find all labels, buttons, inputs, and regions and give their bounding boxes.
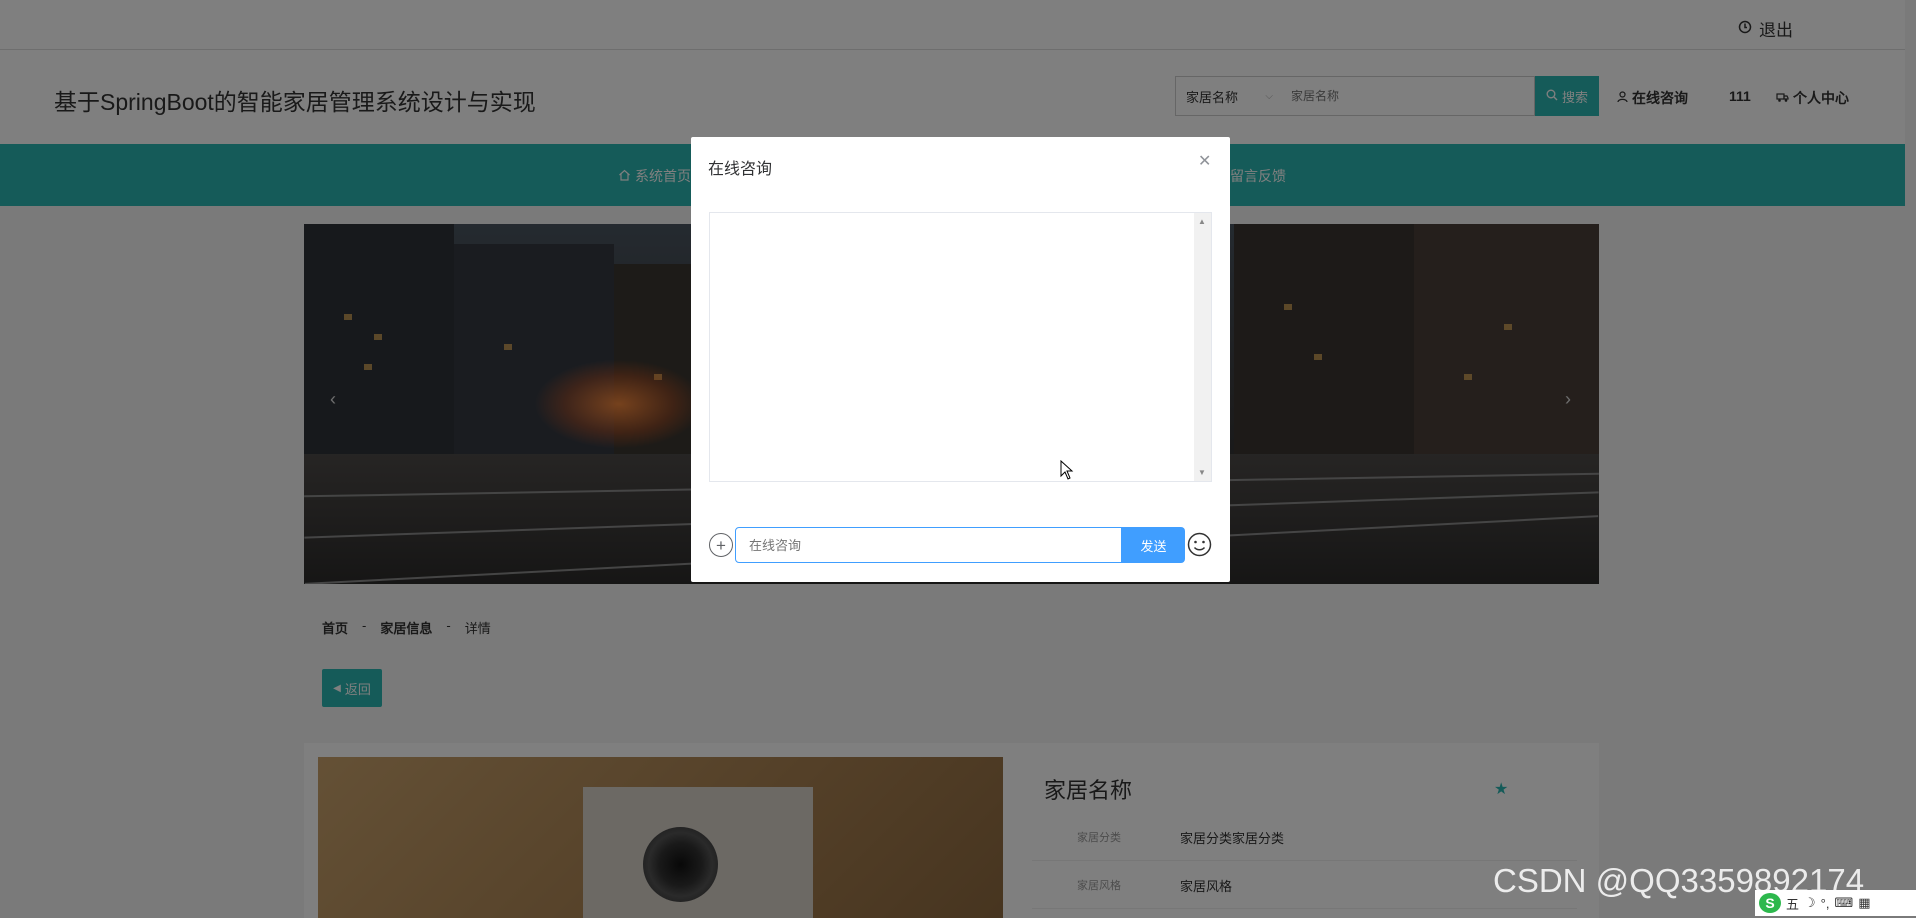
close-icon[interactable]: ✕ <box>1198 151 1211 171</box>
add-attachment-plus-icon[interactable]: + <box>709 533 733 557</box>
emoji-icon[interactable] <box>1187 532 1212 557</box>
chat-message-area[interactable]: ▲ ▼ <box>709 212 1212 482</box>
moon-icon[interactable]: ☽ <box>1804 895 1816 911</box>
apps-grid-icon[interactable]: ▦ <box>1858 895 1870 911</box>
punctuation-icon[interactable]: °, <box>1821 896 1830 911</box>
online-consult-dialog: 在线咨询 ✕ ▲ ▼ + 发送 <box>691 137 1230 582</box>
chat-scrollbar[interactable]: ▲ ▼ <box>1194 213 1211 481</box>
ime-toolbar: S 五 ☽ °, ⌨ ▦ <box>1755 890 1916 916</box>
keyboard-icon[interactable]: ⌨ <box>1834 895 1853 911</box>
ime-logo-icon[interactable]: S <box>1759 893 1781 913</box>
ime-mode-label[interactable]: 五 <box>1786 894 1799 913</box>
dialog-title: 在线咨询 <box>708 161 773 178</box>
scroll-up-icon[interactable]: ▲ <box>1198 217 1206 226</box>
scroll-down-icon[interactable]: ▼ <box>1198 468 1206 477</box>
mouse-cursor-icon <box>1060 459 1074 485</box>
chat-input[interactable] <box>735 527 1122 563</box>
send-button[interactable]: 发送 <box>1122 527 1185 563</box>
